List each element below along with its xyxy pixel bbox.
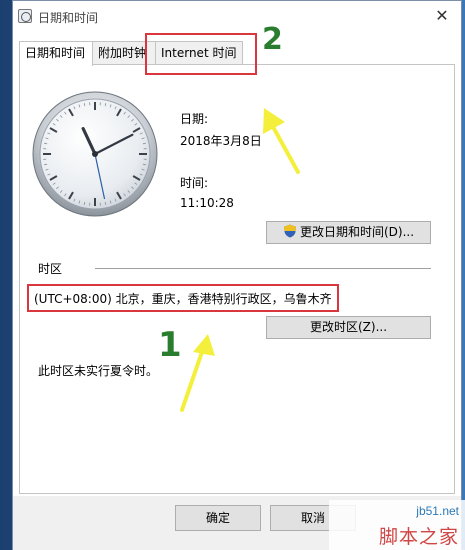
window-title: 日期和时间 bbox=[38, 11, 99, 25]
dst-note: 此时区未实行夏令时。 bbox=[38, 364, 159, 378]
timezone-divider bbox=[95, 268, 431, 269]
ok-button[interactable]: 确定 bbox=[175, 505, 261, 531]
change-date-time-label: 更改日期和时间(D)... bbox=[299, 225, 415, 239]
time-value: 11:10:28 bbox=[180, 196, 234, 210]
site-watermark: jb51.net 脚本之家 bbox=[329, 500, 465, 550]
annotation-step-2: 2 bbox=[262, 22, 283, 57]
annotation-step-1: 1 bbox=[158, 325, 182, 365]
date-value: 2018年3月8日 bbox=[180, 134, 262, 148]
watermark-site: jb51.net bbox=[416, 504, 459, 518]
close-icon[interactable]: ✕ bbox=[431, 6, 453, 26]
date-label: 日期: bbox=[180, 112, 209, 126]
timezone-section-label: 时区 bbox=[38, 262, 63, 276]
change-timezone-button[interactable]: 更改时区(Z)... bbox=[266, 316, 431, 339]
analog-clock bbox=[32, 91, 158, 217]
tab-date-and-time[interactable]: 日期和时间 bbox=[19, 41, 93, 66]
change-date-time-button[interactable]: 更改日期和时间(D)... bbox=[266, 221, 431, 244]
clock-app-icon bbox=[18, 9, 32, 23]
time-label: 时间: bbox=[180, 176, 209, 190]
clock-center bbox=[92, 151, 98, 157]
uac-shield-icon bbox=[283, 224, 296, 238]
title-bar: 日期和时间 ✕ bbox=[13, 1, 461, 31]
timezone-value: (UTC+08:00) 北京，重庆，香港特别行政区，乌鲁木齐 bbox=[34, 292, 332, 306]
highlight-internet-tab bbox=[145, 33, 257, 75]
watermark-name: 脚本之家 bbox=[378, 526, 459, 548]
date-time-dialog: 日期和时间 ✕ 日期和时间 附加时钟 Internet 时间 bbox=[12, 0, 462, 550]
